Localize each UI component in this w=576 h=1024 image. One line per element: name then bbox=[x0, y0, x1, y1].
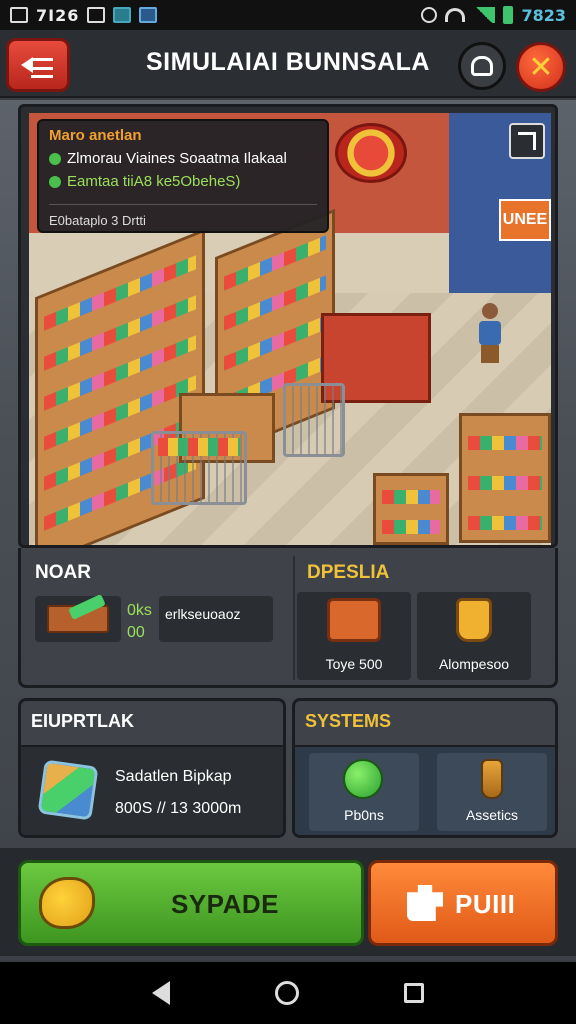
customer-body bbox=[479, 321, 501, 345]
status-time: 7Ⅰ26 bbox=[36, 5, 80, 25]
display-item-card[interactable]: Alompesoo bbox=[417, 592, 531, 680]
signal-icon bbox=[473, 7, 496, 23]
fish-icon bbox=[39, 877, 95, 929]
upgrade-button[interactable]: SYPADE bbox=[18, 860, 364, 946]
display-item-label: Toye 500 bbox=[325, 656, 383, 672]
system-card[interactable]: Pb0ns bbox=[309, 753, 419, 831]
status-clock: 7823 bbox=[521, 5, 566, 25]
status-bar: 7Ⅰ26 7823 bbox=[0, 0, 576, 30]
app-screen: 7Ⅰ26 7823 SIMULAIAI BUNNSALA ✕ UNEE Maro… bbox=[0, 0, 576, 1024]
profile-button[interactable] bbox=[458, 42, 506, 90]
empty-shopping-cart[interactable] bbox=[283, 383, 345, 457]
customer-head bbox=[482, 303, 498, 319]
equipment-name: Sadatlen Bipkap bbox=[115, 768, 232, 785]
alarm-icon bbox=[421, 7, 438, 23]
equipment-text: Sadatlen Bipkap 800S // 13 3000m bbox=[115, 761, 241, 825]
store-scene[interactable]: UNEE Maro anetlan Zlmorau Viaines Soaatm… bbox=[29, 113, 551, 545]
info-card-title: Maro anetlan bbox=[49, 127, 142, 144]
back-button[interactable] bbox=[6, 38, 70, 92]
nav-back-icon[interactable] bbox=[152, 981, 171, 1005]
stock-item-name[interactable]: erlkseuoaoz bbox=[159, 596, 273, 642]
equipment-title: EIUPRTLAK bbox=[31, 711, 134, 731]
shelf-row bbox=[468, 516, 542, 530]
close-button[interactable]: ✕ bbox=[516, 42, 566, 92]
customer-legs bbox=[481, 345, 499, 363]
stock-stats: 0ks 00 bbox=[127, 600, 152, 644]
system-card[interactable]: Assetics bbox=[437, 753, 547, 831]
inventory-panel: NOAR 0ks 00 erlkseuoaoz DPESLIA Toye 500… bbox=[18, 548, 558, 688]
flask-icon bbox=[481, 759, 503, 799]
info-card-line: Eamtaa tiiA8 ke5ObeheS) bbox=[49, 173, 317, 190]
back-arrow-icon bbox=[21, 54, 55, 78]
store-scene-panel: UNEE Maro anetlan Zlmorau Viaines Soaatm… bbox=[18, 104, 558, 548]
equipment-section: EIUPRTLAK Sadatlen Bipkap 800S // 13 300… bbox=[18, 698, 286, 838]
stock-stat-1: 0ks bbox=[127, 602, 152, 619]
puzzle-button-label: PUIII bbox=[455, 889, 516, 919]
green-orb-icon bbox=[343, 759, 383, 799]
screenshot-notification-icon bbox=[10, 7, 28, 23]
info-card-line: Zlmorau Viaines Soaatma Ilakaal bbox=[49, 150, 317, 167]
nav-home-icon[interactable] bbox=[274, 981, 299, 1005]
cube-icon bbox=[37, 759, 99, 821]
display-item-card[interactable]: Toye 500 bbox=[297, 592, 411, 680]
systems-title: SYSTEMS bbox=[305, 711, 392, 731]
display-title: DPESLIA bbox=[307, 562, 390, 583]
customer-character[interactable] bbox=[479, 303, 501, 363]
store-info-card: Maro anetlan Zlmorau Viaines Soaatma Ila… bbox=[37, 119, 329, 233]
systems-section: SYSTEMS Pb0ns Assetics bbox=[292, 698, 558, 838]
basket-icon bbox=[327, 598, 381, 642]
stock-stat-2: 00 bbox=[127, 624, 145, 641]
display-item-label: Alompesoo bbox=[438, 656, 510, 672]
wifi-icon bbox=[445, 8, 466, 22]
nav-recent-apps-icon[interactable] bbox=[403, 983, 424, 1003]
shopping-cart[interactable] bbox=[151, 431, 247, 505]
stock-slot[interactable] bbox=[35, 596, 121, 642]
system-card-label: Pb0ns bbox=[344, 807, 384, 823]
corner-shelf[interactable] bbox=[373, 473, 449, 545]
top-header: SIMULAIAI BUNNSALA ✕ bbox=[0, 30, 576, 98]
puzzle-icon bbox=[407, 885, 443, 921]
info-card-footer: E0bataplo 3 Drtti bbox=[49, 204, 317, 228]
media-notification-icon bbox=[87, 7, 106, 23]
battery-icon bbox=[503, 6, 514, 24]
action-bar: SYPADE PUIII bbox=[0, 848, 576, 956]
system-card-label: Assetics bbox=[465, 807, 519, 823]
cup-icon bbox=[456, 598, 492, 642]
info-card-line-2: Eamtaa tiiA8 ke5ObeheS) bbox=[67, 173, 241, 190]
image-notification-icon bbox=[139, 7, 158, 23]
profile-icon bbox=[471, 56, 493, 76]
status-dot-icon bbox=[49, 152, 61, 165]
upgrade-button-label: SYPADE bbox=[171, 889, 279, 919]
app-notification-icon bbox=[113, 7, 132, 23]
store-logo-sign bbox=[335, 123, 407, 183]
close-icon: ✕ bbox=[528, 49, 554, 85]
right-shelf[interactable] bbox=[459, 413, 551, 543]
stock-title: NOAR bbox=[35, 562, 91, 583]
systems-body: Pb0ns Assetics bbox=[295, 745, 555, 835]
shelf-row bbox=[468, 436, 542, 450]
shelf-row bbox=[44, 255, 196, 331]
exit-sign: UNEE bbox=[499, 199, 551, 241]
shelf-row bbox=[382, 520, 440, 534]
expand-icon bbox=[518, 132, 536, 150]
equipment-stats: 800S // 13 3000m bbox=[115, 800, 242, 817]
cart-goods bbox=[158, 438, 240, 456]
info-card-line-1: Zlmorau Viaines Soaatma Ilakaal bbox=[67, 150, 287, 167]
shelf-row bbox=[468, 476, 542, 490]
status-dot-icon bbox=[49, 175, 61, 188]
shelf-slot-icon bbox=[47, 605, 109, 633]
section-divider bbox=[293, 556, 295, 680]
system-nav-bar bbox=[0, 962, 576, 1024]
equipment-card[interactable]: Sadatlen Bipkap 800S // 13 3000m bbox=[21, 745, 283, 835]
puzzle-button[interactable]: PUIII bbox=[368, 860, 558, 946]
page-title: SIMULAIAI BUNNSALA bbox=[146, 48, 430, 76]
shelf-row bbox=[382, 490, 440, 504]
expand-button[interactable] bbox=[509, 123, 545, 159]
